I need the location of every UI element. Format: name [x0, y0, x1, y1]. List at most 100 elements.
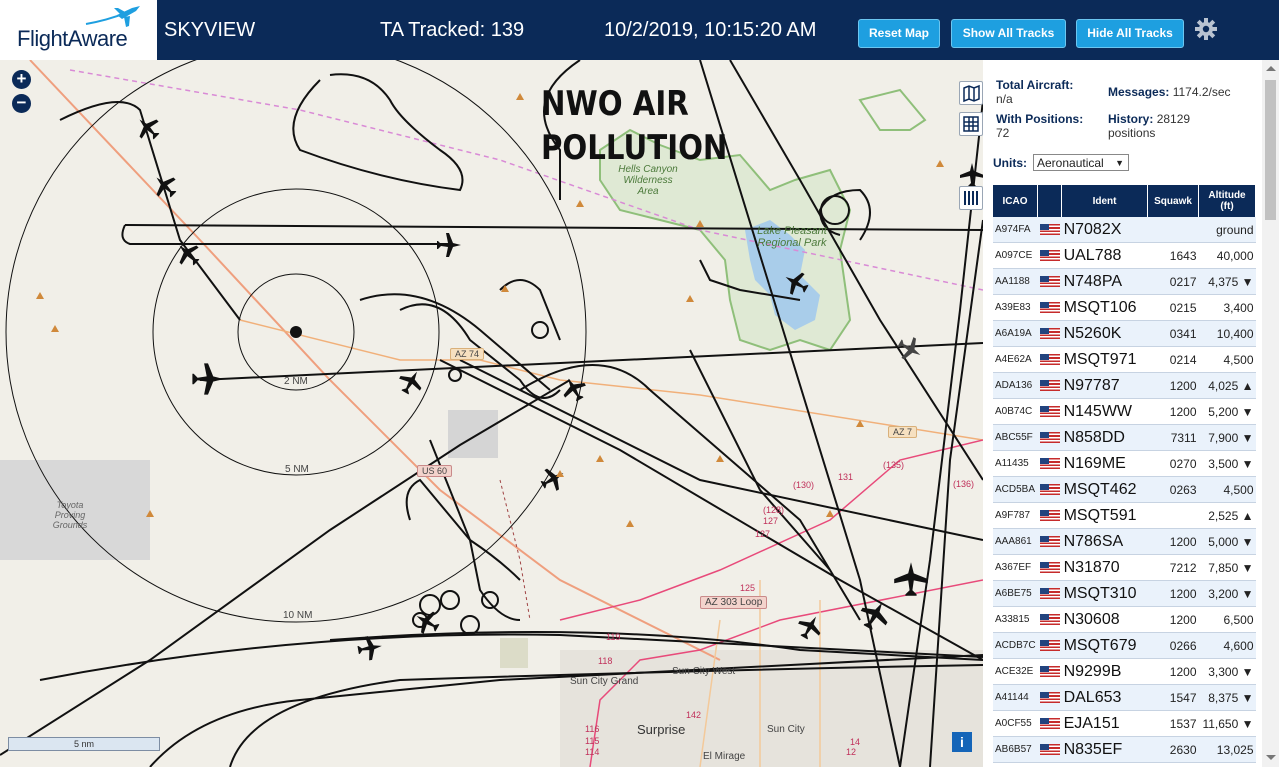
zoom-in-button[interactable]: + — [12, 70, 31, 89]
road-136: (136) — [953, 479, 975, 489]
cell-icao: AA1188 — [993, 268, 1038, 295]
panel-scrollbar[interactable] — [1262, 60, 1279, 767]
road-az74: AZ 74 — [450, 348, 485, 360]
table-row[interactable]: ACDB7C MSQT679 0266 4,600 — [993, 632, 1256, 659]
history-label: History: — [1108, 112, 1154, 126]
cell-flag — [1037, 710, 1062, 737]
us-flag-icon — [1039, 639, 1060, 651]
reset-map-button[interactable]: Reset Map — [858, 19, 940, 48]
columns-toggle-button[interactable] — [959, 186, 983, 210]
cell-ident: MSQT591 — [1061, 502, 1148, 529]
road-115: 115 — [585, 736, 600, 746]
grid-toggle-button[interactable] — [959, 112, 983, 136]
table-row[interactable]: ABC55F N858DD 7311 7,900 ▼ — [993, 424, 1256, 451]
col-icao[interactable]: ICAO — [993, 185, 1039, 217]
flightaware-logo[interactable]: FlightAware — [0, 0, 157, 60]
table-row[interactable]: ACE32E N9299B 1200 3,300 ▼ — [993, 658, 1256, 685]
cell-flag — [1037, 372, 1062, 399]
cell-ident: N145WW — [1061, 398, 1148, 425]
table-row[interactable]: A0CF55 EJA151 1537 11,650 ▼ — [993, 710, 1256, 737]
zoom-out-button[interactable]: − — [12, 94, 31, 113]
cell-altitude: 2,525 ▲ — [1198, 502, 1256, 529]
us-flag-icon — [1039, 665, 1060, 677]
show-all-tracks-button[interactable]: Show All Tracks — [951, 19, 1066, 48]
table-row[interactable]: AA1188 N748PA 0217 4,375 ▼ — [993, 268, 1256, 295]
us-flag-icon — [1039, 327, 1060, 339]
place-surprise: Surprise — [637, 722, 686, 737]
columns-icon — [964, 191, 978, 205]
aircraft-icon — [894, 562, 928, 596]
table-row[interactable]: A367EF N31870 7212 7,850 ▼ — [993, 554, 1256, 581]
cell-altitude: 5,200 ▼ — [1198, 398, 1256, 425]
road-12: 12 — [846, 747, 857, 757]
road-128: (128) — [763, 505, 785, 515]
table-row[interactable]: AAA861 N786SA 1200 5,000 ▼ — [993, 528, 1256, 555]
site-name: SKYVIEW — [164, 19, 256, 41]
table-row[interactable]: A6A19A N5260K 0341 10,400 — [993, 320, 1256, 347]
table-row[interactable]: A33815 N30608 1200 6,500 — [993, 606, 1256, 633]
table-row[interactable]: AB6B57 N835EF 2630 13,025 — [993, 736, 1256, 763]
table-row[interactable]: A6BE75 MSQT310 1200 3,200 ▼ — [993, 580, 1256, 607]
table-row[interactable]: A9F787 MSQT591 2,525 ▲ — [993, 502, 1256, 529]
units-select[interactable]: Aeronautical ▼ — [1033, 154, 1129, 171]
scroll-up-arrow-icon[interactable] — [1266, 66, 1276, 71]
cell-icao: A6A19A — [993, 320, 1038, 347]
cell-altitude: 4,500 — [1198, 476, 1256, 503]
road-az74-east: AZ 7 — [888, 426, 918, 438]
hide-all-tracks-button[interactable]: Hide All Tracks — [1076, 19, 1184, 48]
cell-squawk: 1537 — [1147, 710, 1199, 737]
place-sun-city: Sun City — [767, 724, 805, 735]
table-header-row: ICAO Ident Squawk Altitude (ft) — [993, 185, 1256, 217]
messages-value: 1174.2/sec — [1172, 85, 1231, 99]
us-flag-icon — [1039, 587, 1060, 599]
cell-icao: A39E83 — [993, 294, 1038, 321]
cell-ident: N97787 — [1061, 372, 1148, 399]
table-row[interactable]: A4E62A MSQT971 0214 4,500 — [993, 346, 1256, 373]
table-row[interactable]: A39E83 MSQT106 0215 3,400 — [993, 294, 1256, 321]
scrollbar-thumb[interactable] — [1265, 80, 1276, 220]
col-ident[interactable]: Ident — [1061, 185, 1149, 217]
positions-label: With Positions: — [996, 112, 1084, 126]
table-row[interactable]: ADA136 N97787 1200 4,025 ▲ — [993, 372, 1256, 399]
cell-squawk: 1200 — [1147, 528, 1199, 555]
az74-road — [239, 319, 983, 441]
cell-ident: MSQT971 — [1061, 346, 1148, 373]
cell-ident: UAL788 — [1061, 242, 1148, 269]
us-flag-icon — [1039, 509, 1060, 521]
cell-ident: MSQT679 — [1061, 632, 1148, 659]
table-row[interactable]: A097CE UAL788 1643 40,000 — [993, 242, 1256, 269]
map-scale-bar: 5 nm — [8, 737, 160, 751]
units-selected-value: Aeronautical — [1037, 156, 1104, 170]
cell-icao: A367EF — [993, 554, 1038, 581]
map-canvas[interactable] — [0, 60, 983, 767]
positions-value: 72 — [996, 126, 1010, 140]
table-row[interactable]: A0B74C N145WW 1200 5,200 ▼ — [993, 398, 1256, 425]
total-aircraft-label: Total Aircraft: — [996, 78, 1074, 92]
cell-icao: ACE32E — [993, 658, 1038, 685]
us-flag-icon — [1039, 379, 1060, 391]
scroll-down-arrow-icon[interactable] — [1266, 755, 1276, 760]
col-altitude[interactable]: Altitude (ft) — [1198, 185, 1256, 217]
road-127a: 127 — [763, 516, 779, 526]
gear-icon[interactable] — [1194, 17, 1218, 41]
map-layer-button[interactable] — [959, 81, 983, 105]
aircraft-icon — [139, 119, 160, 140]
table-row[interactable]: A41144 DAL653 1547 8,375 ▼ — [993, 684, 1256, 711]
cell-flag — [1037, 658, 1062, 685]
cell-flag — [1037, 320, 1062, 347]
cell-squawk: 0266 — [1147, 632, 1199, 659]
cell-icao: A097CE — [993, 242, 1038, 269]
cell-flag — [1037, 502, 1062, 529]
table-row[interactable]: A11435 N169ME 0270 3,500 ▼ — [993, 450, 1256, 477]
us-flag-icon — [1039, 535, 1060, 547]
table-row[interactable]: ACD5BA MSQT462 0263 4,500 — [993, 476, 1256, 503]
map-view[interactable]: NWO AIR POLLUTION + − 2 NM 5 NM 10 NM He… — [0, 60, 983, 767]
positions-stat: With Positions: 72 — [996, 112, 1083, 140]
col-squawk[interactable]: Squawk — [1147, 185, 1199, 217]
table-row[interactable]: A974FA N7082X ground — [993, 217, 1256, 243]
cell-squawk: 0215 — [1147, 294, 1199, 321]
aircraft-icon — [798, 616, 821, 640]
info-button[interactable]: i — [952, 732, 972, 752]
col-altitude-unit: (ft) — [1220, 201, 1234, 212]
cell-ident: N9299B — [1061, 658, 1148, 685]
